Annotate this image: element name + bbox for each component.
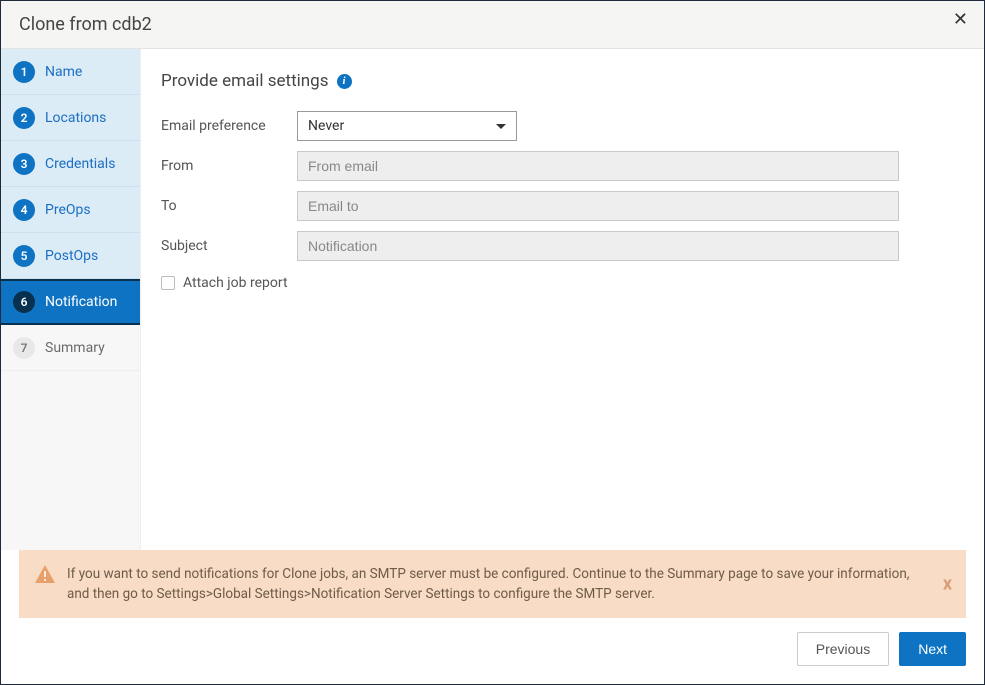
step-label: Name — [45, 64, 82, 80]
label-to: To — [161, 198, 297, 214]
sidebar-step-locations[interactable]: 2 Locations — [1, 95, 140, 141]
button-row: Previous Next — [19, 632, 966, 666]
warning-icon — [35, 565, 55, 587]
label-from: From — [161, 158, 297, 174]
step-number-icon: 7 — [13, 337, 35, 359]
next-button[interactable]: Next — [899, 632, 966, 666]
step-label: Credentials — [45, 156, 115, 172]
step-number-icon: 3 — [13, 153, 35, 175]
dialog-body: 1 Name 2 Locations 3 Credentials 4 PreOp… — [1, 49, 984, 550]
alert-message: If you want to send notifications for Cl… — [67, 564, 950, 605]
previous-button[interactable]: Previous — [797, 632, 889, 666]
main-panel: Provide email settings i Email preferenc… — [141, 49, 984, 550]
to-input[interactable] — [297, 191, 899, 221]
sidebar-step-credentials[interactable]: 3 Credentials — [1, 141, 140, 187]
step-label: Summary — [45, 340, 105, 356]
select-value: Never — [308, 118, 344, 134]
attach-report-label: Attach job report — [183, 275, 288, 291]
step-label: Notification — [45, 294, 117, 310]
step-number-icon: 5 — [13, 245, 35, 267]
wizard-sidebar: 1 Name 2 Locations 3 Credentials 4 PreOp… — [1, 49, 141, 550]
info-icon[interactable]: i — [337, 74, 352, 89]
step-label: Locations — [45, 110, 106, 126]
dialog-title: Clone from cdb2 — [19, 14, 152, 35]
step-number-icon: 4 — [13, 199, 35, 221]
step-number-icon: 2 — [13, 107, 35, 129]
alert-close-icon[interactable]: x — [943, 573, 952, 594]
step-label: PreOps — [45, 202, 91, 218]
footer: If you want to send notifications for Cl… — [1, 550, 984, 685]
sidebar-step-notification[interactable]: 6 Notification — [1, 279, 140, 325]
row-from: From — [161, 151, 964, 181]
titlebar: Clone from cdb2 ✕ — [1, 1, 984, 49]
close-icon[interactable]: ✕ — [953, 11, 968, 29]
row-subject: Subject — [161, 231, 964, 261]
row-to: To — [161, 191, 964, 221]
label-subject: Subject — [161, 238, 297, 254]
attach-report-checkbox[interactable] — [161, 276, 175, 290]
row-email-preference: Email preference Never — [161, 111, 964, 141]
chevron-down-icon — [496, 124, 506, 129]
heading-row: Provide email settings i — [161, 71, 964, 91]
sidebar-step-postops[interactable]: 5 PostOps — [1, 233, 140, 279]
from-input[interactable] — [297, 151, 899, 181]
label-email-preference: Email preference — [161, 118, 297, 134]
smtp-warning-alert: If you want to send notifications for Cl… — [19, 550, 966, 619]
step-number-icon: 6 — [13, 291, 35, 313]
row-attach-report: Attach job report — [161, 275, 964, 291]
step-number-icon: 1 — [13, 61, 35, 83]
step-label: PostOps — [45, 248, 98, 264]
subject-input[interactable] — [297, 231, 899, 261]
clone-dialog: Clone from cdb2 ✕ 1 Name 2 Locations 3 C… — [0, 0, 985, 685]
sidebar-step-name[interactable]: 1 Name — [1, 49, 140, 95]
panel-heading: Provide email settings — [161, 71, 329, 91]
sidebar-step-summary[interactable]: 7 Summary — [1, 325, 140, 371]
email-preference-select[interactable]: Never — [297, 111, 517, 141]
sidebar-step-preops[interactable]: 4 PreOps — [1, 187, 140, 233]
